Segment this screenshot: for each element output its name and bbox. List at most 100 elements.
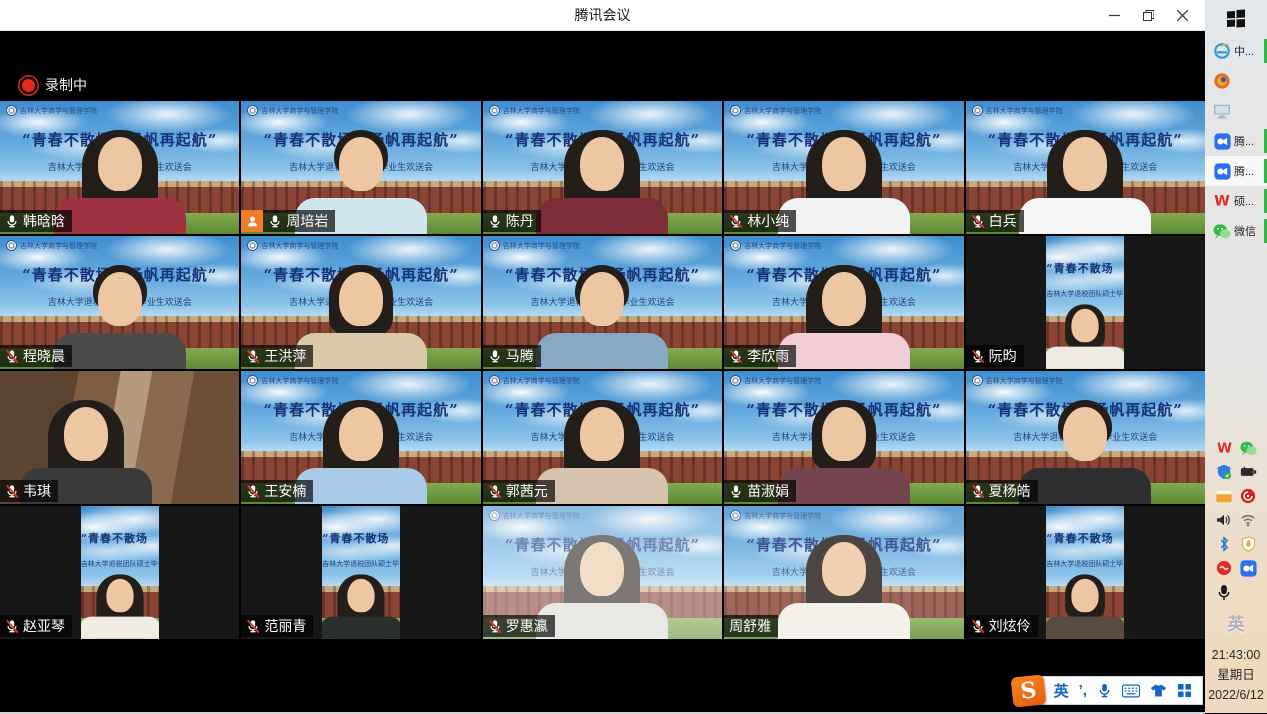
host-badge <box>241 210 263 232</box>
battery-icon[interactable] <box>1240 464 1257 481</box>
background-banner-subtitle: 吉林大学退税团队硕士毕业生欢送会 <box>81 559 159 569</box>
participant-tile[interactable]: 吉林大学商学与管理学院“青春不散场 扬帆再起航”吉林大学退税团队硕士毕业生欢送会… <box>724 371 963 504</box>
mic-muted-icon <box>971 349 985 364</box>
person-head <box>1072 579 1099 612</box>
person-head <box>106 579 133 612</box>
background-org-watermark: 吉林大学商学与管理学院 <box>730 240 821 251</box>
mic-muted-icon <box>971 484 985 499</box>
participant-tile[interactable]: 吉林大学商学与管理学院“青春不散场 扬帆再起航”吉林大学退税团队硕士毕业生欢送会… <box>724 101 963 234</box>
ime-keyboard-icon[interactable] <box>1122 684 1140 698</box>
background-org-watermark: 吉林大学商学与管理学院 <box>247 105 338 116</box>
participant-tile[interactable]: 吉林大学商学与管理学院“青春不散场 扬帆再起航”吉林大学退税团队硕士毕业生欢送会… <box>483 506 722 639</box>
participant-name: 马腾 <box>506 347 534 365</box>
participant-tile[interactable]: 吉林大学商学与管理学院“青春不散场 扬帆再起航”吉林大学退税团队硕士毕业生欢送会… <box>0 236 239 369</box>
background-org-watermark: 吉林大学商学与管理学院 <box>489 375 580 386</box>
taskbar-item-wps[interactable]: W硕... <box>1205 186 1267 216</box>
window-orange-icon[interactable] <box>1216 488 1233 505</box>
university-logo-icon <box>6 240 17 251</box>
ime-voice-icon[interactable] <box>1097 683 1112 698</box>
participant-tile[interactable]: 吉林大学商学与管理学院“青春不散场 扬帆再起航”吉林大学退税团队硕士毕业生欢送会… <box>0 101 239 234</box>
taskbar-clock[interactable]: 21:43:00 星期日 2022/6/12 <box>1208 645 1264 709</box>
taskbar-item-internet-explorer[interactable]: 中... <box>1205 36 1267 66</box>
participant-person <box>1046 305 1124 369</box>
virtual-background: 吉林大学商学与管理学院“青春不散场 扬帆再起航”吉林大学退税团队硕士毕业生欢送会 <box>1046 236 1124 369</box>
participant-label: 罗惠瀛 <box>483 615 555 637</box>
university-logo-icon <box>730 375 741 386</box>
participant-tile[interactable]: 吉林大学商学与管理学院“青春不散场 扬帆再起航”吉林大学退税团队硕士毕业生欢送会… <box>966 506 1205 639</box>
taskbar-item-tencent-meeting[interactable]: 腾... <box>1205 126 1267 156</box>
participant-tile[interactable]: 吉林大学商学与管理学院“青春不散场 扬帆再起航”吉林大学退税团队硕士毕业生欢送会… <box>966 236 1205 369</box>
participant-tile[interactable]: 吉林大学商学与管理学院“青春不散场 扬帆再起航”吉林大学退税团队硕士毕业生欢送会… <box>241 371 480 504</box>
taskbar-item-firefox[interactable] <box>1205 66 1267 96</box>
person-head <box>580 407 624 461</box>
participant-label: 周培岩 <box>241 210 335 232</box>
taskbar-ime-indicator[interactable]: 英 <box>1228 610 1245 635</box>
background-org-text: 吉林大学商学与管理学院 <box>744 511 821 521</box>
microphone-icon[interactable] <box>1216 584 1233 601</box>
person-torso <box>778 333 910 369</box>
sogou-logo-icon[interactable]: S <box>1010 674 1046 707</box>
participant-tile[interactable]: 吉林大学商学与管理学院“青春不散场 扬帆再起航”吉林大学退税团队硕士毕业生欢送会… <box>483 371 722 504</box>
wps-small-icon[interactable]: W <box>1216 440 1233 457</box>
minimize-button[interactable] <box>1097 0 1131 30</box>
taskbar-item-tencent-meeting[interactable]: 腾... <box>1205 156 1267 186</box>
participant-tile[interactable]: 吉林大学商学与管理学院“青春不散场 扬帆再起航”吉林大学退税团队硕士毕业生欢送会… <box>483 236 722 369</box>
mic-muted-icon <box>729 214 743 229</box>
wechat-small-icon[interactable] <box>1240 440 1257 457</box>
participant-label: 赵亚琴 <box>0 615 72 637</box>
university-logo-icon <box>247 375 258 386</box>
taskbar-item-label: 腾... <box>1234 133 1254 149</box>
red-app-icon[interactable] <box>1216 560 1233 577</box>
shield-orange-icon[interactable] <box>1240 536 1257 553</box>
recording-dot-icon <box>22 79 35 92</box>
taskbar-item-monitor[interactable] <box>1205 96 1267 126</box>
participant-tile[interactable]: 吉林大学商学与管理学院“青春不散场 扬帆再起航”吉林大学退税团队硕士毕业生欢送会… <box>241 506 480 639</box>
ime-punctuation[interactable]: ’, <box>1079 682 1087 699</box>
participant-tile[interactable]: 吉林大学商学与管理学院“青春不散场 扬帆再起航”吉林大学退税团队硕士毕业生欢送会… <box>724 236 963 369</box>
person-head <box>580 137 624 191</box>
tencent-meeting-window: 腾讯会议 录制中 吉林大学商学与管理学院“青春不散场 扬帆再起航”吉林大学退税团… <box>0 0 1205 713</box>
music-red-icon[interactable] <box>1240 488 1257 505</box>
background-org-watermark: 吉林大学商学与管理学院 <box>247 240 338 251</box>
participant-tile[interactable]: 吉林大学商学与管理学院“青春不散场 扬帆再起航”吉林大学退税团队硕士毕业生欢送会… <box>0 506 239 639</box>
participant-tile[interactable]: 吉林大学商学与管理学院“青春不散场 扬帆再起航”吉林大学退税团队硕士毕业生欢送会… <box>966 101 1205 234</box>
participant-tile[interactable]: 吉林大学商学与管理学院“青春不散场 扬帆再起航”吉林大学退税团队硕士毕业生欢送会… <box>483 101 722 234</box>
windows-logo-icon <box>1226 9 1246 29</box>
participant-tile[interactable]: 韦琪 <box>0 371 239 504</box>
participant-tile[interactable]: 吉林大学商学与管理学院“青春不散场 扬帆再起航”吉林大学退税团队硕士毕业生欢送会… <box>966 371 1205 504</box>
ime-toolbox-icon[interactable] <box>1177 683 1192 698</box>
person-head <box>1072 309 1099 342</box>
mic-muted-icon <box>729 349 743 364</box>
speaker-icon[interactable] <box>1216 512 1233 529</box>
participant-tile[interactable]: 吉林大学商学与管理学院“青春不散场 扬帆再起航”吉林大学退税团队硕士毕业生欢送会… <box>241 236 480 369</box>
university-logo-icon <box>730 105 741 116</box>
restore-button[interactable] <box>1131 0 1165 30</box>
person-torso <box>1046 617 1124 639</box>
ime-language-mode[interactable]: 英 <box>1054 680 1069 701</box>
ime-skin-icon[interactable] <box>1150 683 1167 698</box>
mic-icon <box>488 349 502 364</box>
close-button[interactable] <box>1165 0 1199 30</box>
start-button[interactable] <box>1205 2 1267 36</box>
background-org-text: 吉林大学商学与管理学院 <box>503 106 580 116</box>
mic-muted-icon <box>246 619 260 634</box>
participant-tile[interactable]: 吉林大学商学与管理学院“青春不散场 扬帆再起航”吉林大学退税团队硕士毕业生欢送会… <box>241 101 480 234</box>
person-torso <box>81 617 159 639</box>
svg-text:W: W <box>1217 440 1232 456</box>
background-org-text: 吉林大学商学与管理学院 <box>20 241 97 251</box>
security-shield-icon[interactable] <box>1216 464 1233 481</box>
university-logo-icon <box>247 240 258 251</box>
person-torso <box>778 198 910 234</box>
network-signal-icon[interactable] <box>1240 512 1257 529</box>
participant-name: 夏杨皓 <box>989 482 1031 500</box>
bluetooth-icon[interactable] <box>1216 536 1233 553</box>
person-torso <box>1019 198 1151 234</box>
person-torso <box>322 617 400 639</box>
tencent-meeting-small-icon[interactable] <box>1240 560 1257 577</box>
university-logo-icon <box>489 240 500 251</box>
taskbar-item-wechat[interactable]: 微信 <box>1205 216 1267 246</box>
host-person-icon <box>246 215 259 228</box>
participant-tile[interactable]: 吉林大学商学与管理学院“青春不散场 扬帆再起航”吉林大学退税团队硕士毕业生欢送会… <box>724 506 963 639</box>
window-title: 腾讯会议 <box>575 5 631 25</box>
person-torso <box>778 468 910 504</box>
